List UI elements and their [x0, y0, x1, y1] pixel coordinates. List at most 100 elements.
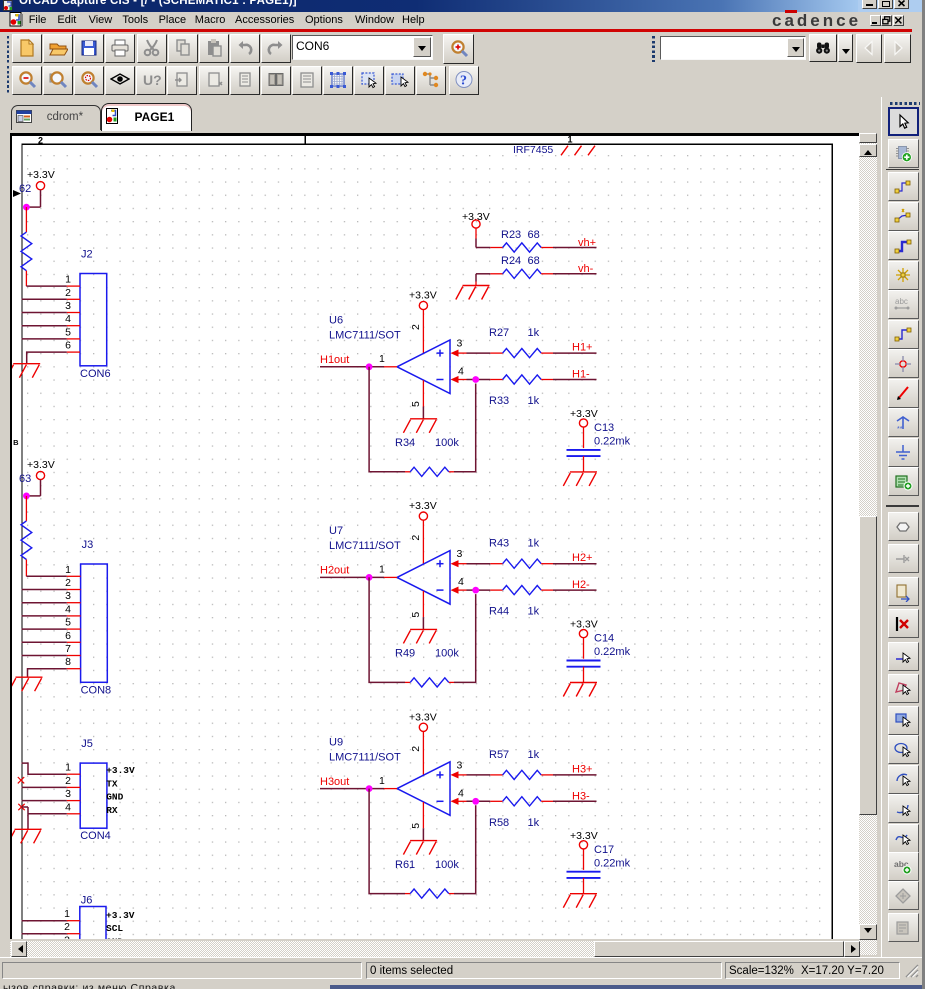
svg-text:abc: abc	[895, 297, 908, 306]
svg-text:2: 2	[38, 136, 43, 146]
svg-text:J3: J3	[82, 539, 94, 551]
svg-text:6: 6	[65, 629, 71, 641]
svg-text:0.22mk: 0.22mk	[594, 646, 631, 658]
svg-text:U7: U7	[329, 525, 343, 537]
svg-text:4: 4	[458, 576, 464, 588]
svg-text:R44: R44	[489, 605, 509, 617]
svg-text:J6: J6	[81, 894, 93, 906]
svg-text:63: 63	[19, 473, 31, 485]
svg-text:J2: J2	[81, 248, 93, 260]
svg-text:4: 4	[458, 787, 464, 799]
svg-text:U6: U6	[329, 314, 343, 326]
svg-text:0.22mk: 0.22mk	[594, 435, 631, 447]
svg-text:?: ?	[460, 74, 467, 89]
svg-text:C14: C14	[594, 632, 614, 644]
svg-text:+3.3V: +3.3V	[27, 169, 55, 181]
svg-text:R24: R24	[501, 255, 521, 267]
svg-text:R57: R57	[489, 748, 509, 760]
svg-text:1: 1	[65, 273, 71, 285]
svg-text:R43: R43	[489, 537, 509, 549]
svg-text:RX: RX	[106, 804, 118, 815]
svg-text:4: 4	[65, 603, 71, 615]
svg-text:3: 3	[65, 590, 71, 602]
svg-text:+3.3V: +3.3V	[27, 459, 55, 471]
svg-text:**: **	[897, 426, 903, 433]
svg-text:2: 2	[65, 774, 71, 786]
svg-text:2: 2	[65, 286, 71, 298]
svg-text:3: 3	[64, 934, 70, 939]
svg-text:1: 1	[379, 774, 385, 786]
svg-text:R61: R61	[395, 858, 415, 870]
svg-text:+3.3V: +3.3V	[106, 765, 135, 776]
svg-text:3: 3	[65, 300, 71, 312]
svg-text:H3-: H3-	[572, 790, 590, 802]
svg-text:GND: GND	[106, 936, 123, 939]
svg-text:1k: 1k	[528, 327, 540, 339]
svg-text:1k: 1k	[528, 537, 540, 549]
svg-text:1k: 1k	[528, 816, 540, 828]
svg-text:7: 7	[65, 643, 71, 655]
svg-text:C17: C17	[594, 843, 614, 855]
svg-text:U?: U?	[143, 72, 161, 88]
svg-text:R49: R49	[395, 647, 415, 659]
svg-text:3: 3	[457, 337, 463, 349]
svg-text:C13: C13	[594, 422, 614, 434]
svg-text:H3+: H3+	[572, 763, 593, 775]
svg-text:+3.3V: +3.3V	[570, 829, 598, 841]
svg-text:R34: R34	[395, 437, 415, 449]
svg-text:8: 8	[65, 656, 71, 668]
svg-text:CON4: CON4	[80, 830, 111, 842]
svg-text:CON8: CON8	[81, 684, 112, 696]
svg-text:SCL: SCL	[106, 923, 123, 934]
svg-text:IRF7455: IRF7455	[513, 144, 553, 156]
svg-text:H1out: H1out	[320, 354, 349, 366]
svg-text:5: 5	[410, 401, 422, 407]
svg-text:LMC7111/SOT: LMC7111/SOT	[329, 329, 401, 341]
svg-text:0.22mk: 0.22mk	[594, 857, 631, 869]
svg-text:+3.3V: +3.3V	[409, 289, 437, 301]
svg-text:LMC7111/SOT: LMC7111/SOT	[329, 540, 401, 552]
svg-text:4: 4	[65, 801, 71, 813]
svg-text:5: 5	[65, 616, 71, 628]
svg-text:R33: R33	[489, 395, 509, 407]
svg-text:+3.3V: +3.3V	[409, 500, 437, 512]
svg-text:2: 2	[65, 577, 71, 589]
svg-text:4: 4	[65, 313, 71, 325]
svg-text:+3.3V: +3.3V	[462, 211, 490, 223]
svg-text:H2+: H2+	[572, 552, 593, 564]
svg-text:H3out: H3out	[320, 775, 349, 787]
svg-text:68: 68	[528, 229, 540, 241]
svg-text:TX: TX	[106, 778, 118, 789]
svg-text:100k: 100k	[435, 647, 459, 659]
svg-text:100k: 100k	[435, 858, 459, 870]
svg-text:H1+: H1+	[572, 341, 593, 353]
svg-text:1: 1	[65, 761, 71, 773]
svg-text:1: 1	[379, 563, 385, 575]
svg-text:62: 62	[19, 183, 31, 195]
svg-text:5: 5	[410, 611, 422, 617]
svg-text:1k: 1k	[528, 748, 540, 760]
svg-text:1k: 1k	[528, 395, 540, 407]
svg-text:+3.3V: +3.3V	[409, 711, 437, 723]
svg-text:2: 2	[410, 745, 422, 751]
svg-text:LMC7111/SOT: LMC7111/SOT	[329, 751, 401, 763]
svg-text:vh-: vh-	[578, 263, 594, 275]
svg-text:H1-: H1-	[572, 368, 590, 380]
svg-text:R58: R58	[489, 816, 509, 828]
svg-text:R23: R23	[501, 229, 521, 241]
svg-text:68: 68	[528, 255, 540, 267]
svg-text:1: 1	[65, 563, 71, 575]
svg-text:4: 4	[458, 365, 464, 377]
svg-text:3: 3	[457, 759, 463, 771]
svg-text:+3.3V: +3.3V	[106, 910, 135, 921]
svg-text:1: 1	[567, 136, 572, 145]
svg-text:+3.3V: +3.3V	[570, 408, 598, 420]
svg-text:5: 5	[410, 822, 422, 828]
svg-text:H2-: H2-	[572, 579, 590, 591]
svg-text:J5: J5	[81, 738, 93, 750]
svg-text:1k: 1k	[528, 605, 540, 617]
svg-text:2: 2	[410, 324, 422, 330]
svg-text:H2out: H2out	[320, 564, 349, 576]
svg-text:2: 2	[410, 534, 422, 540]
svg-text:6: 6	[65, 339, 71, 351]
